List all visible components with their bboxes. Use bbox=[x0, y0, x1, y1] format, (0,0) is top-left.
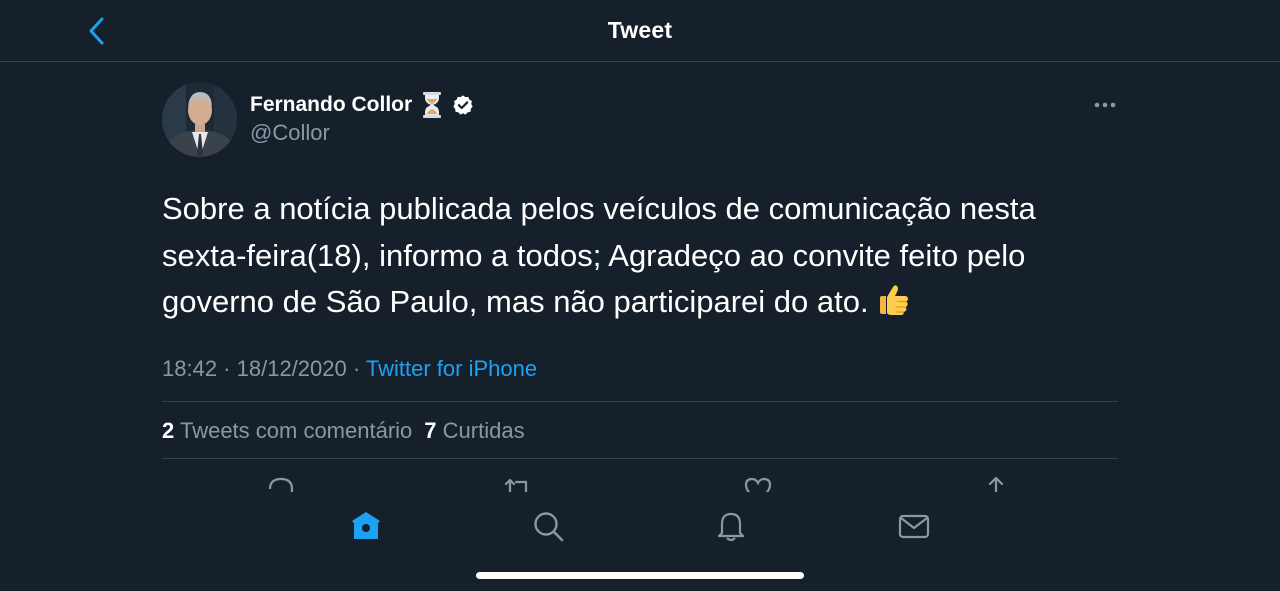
home-indicator[interactable] bbox=[476, 572, 804, 579]
share-button[interactable] bbox=[981, 474, 1011, 492]
retweets-stat[interactable]: 2 Tweets com comentário bbox=[162, 418, 412, 444]
tweet-text-block: Sobre a notícia publicada pelos veículos… bbox=[162, 186, 1122, 326]
tweet-stats: 2 Tweets com comentário 7 Curtidas bbox=[162, 418, 537, 444]
hourglass-icon bbox=[423, 92, 442, 118]
messages-icon bbox=[898, 514, 930, 539]
notifications-icon bbox=[717, 512, 745, 542]
like-icon bbox=[744, 477, 772, 492]
author-handle[interactable]: @Collor bbox=[250, 120, 330, 146]
page-title: Tweet bbox=[607, 17, 673, 43]
reply-button[interactable] bbox=[266, 474, 296, 492]
tweet-time: 18:42 bbox=[162, 356, 218, 381]
likes-count: 7 bbox=[424, 418, 437, 443]
tweet-meta: 18:42 · 18/12/2020 · Twitter for iPhone bbox=[162, 356, 537, 382]
tab-home[interactable] bbox=[348, 508, 384, 544]
like-button[interactable] bbox=[743, 474, 773, 492]
tweet-source-link[interactable]: Twitter for iPhone bbox=[366, 356, 537, 381]
retweet-button[interactable] bbox=[502, 474, 532, 492]
divider bbox=[162, 401, 1118, 402]
meta-separator: · bbox=[346, 356, 366, 381]
likes-label: Curtidas bbox=[442, 418, 525, 443]
tab-messages[interactable] bbox=[896, 508, 932, 544]
home-icon bbox=[352, 512, 380, 539]
divider bbox=[162, 458, 1118, 459]
author-name[interactable]: Fernando Collor bbox=[250, 93, 412, 117]
tab-notifications[interactable] bbox=[713, 508, 749, 544]
retweets-count: 2 bbox=[162, 418, 175, 443]
share-icon bbox=[988, 476, 1004, 492]
likes-stat[interactable]: 7 Curtidas bbox=[424, 418, 524, 444]
thumbs-up-icon bbox=[879, 285, 908, 315]
author-name-row: Fernando Collor bbox=[250, 90, 474, 120]
retweet-icon bbox=[504, 478, 528, 492]
retweets-label: Tweets com comentário bbox=[179, 418, 413, 443]
more-dots-icon bbox=[1094, 102, 1116, 108]
avatar[interactable] bbox=[162, 82, 237, 157]
search-icon bbox=[534, 512, 564, 542]
top-bar: Tweet bbox=[0, 0, 1280, 62]
meta-separator: · bbox=[217, 356, 237, 381]
reply-icon bbox=[268, 477, 294, 492]
tweet-date: 18/12/2020 bbox=[236, 356, 347, 381]
more-options-button[interactable] bbox=[1092, 92, 1118, 118]
verified-badge-icon bbox=[453, 95, 473, 115]
tab-search[interactable] bbox=[530, 508, 566, 544]
